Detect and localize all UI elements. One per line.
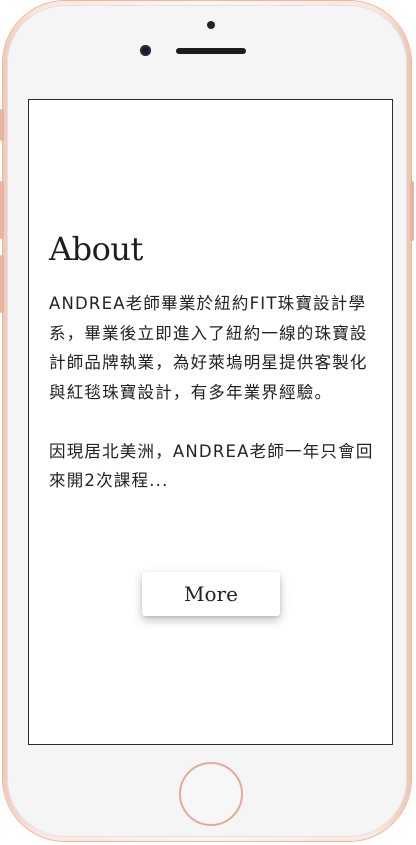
earpiece-speaker — [176, 48, 246, 54]
about-title: About — [49, 230, 143, 268]
about-text: ANDREA老師畢業於紐約FIT珠寶設計學系，畢業後立即進入了紐約一線的珠寶設計… — [49, 289, 377, 496]
volume-up-button — [0, 181, 4, 239]
power-button — [410, 181, 414, 241]
mute-switch — [0, 109, 4, 141]
volume-down-button — [0, 255, 4, 313]
home-button[interactable] — [179, 762, 243, 826]
sensor-dot — [207, 21, 215, 29]
about-paragraph-2: 因現居北美洲，ANDREA老師一年只會回來開2次課程... — [49, 441, 374, 491]
about-paragraph-1: ANDREA老師畢業於紐約FIT珠寶設計學系，畢業後立即進入了紐約一線的珠寶設計… — [49, 294, 368, 402]
more-button[interactable]: More — [142, 572, 280, 616]
phone-screen: About ANDREA老師畢業於紐約FIT珠寶設計學系，畢業後立即進入了紐約一… — [28, 99, 393, 745]
front-camera-icon — [140, 45, 151, 56]
phone-frame: About ANDREA老師畢業於紐約FIT珠寶設計學系，畢業後立即進入了紐約一… — [0, 1, 414, 841]
